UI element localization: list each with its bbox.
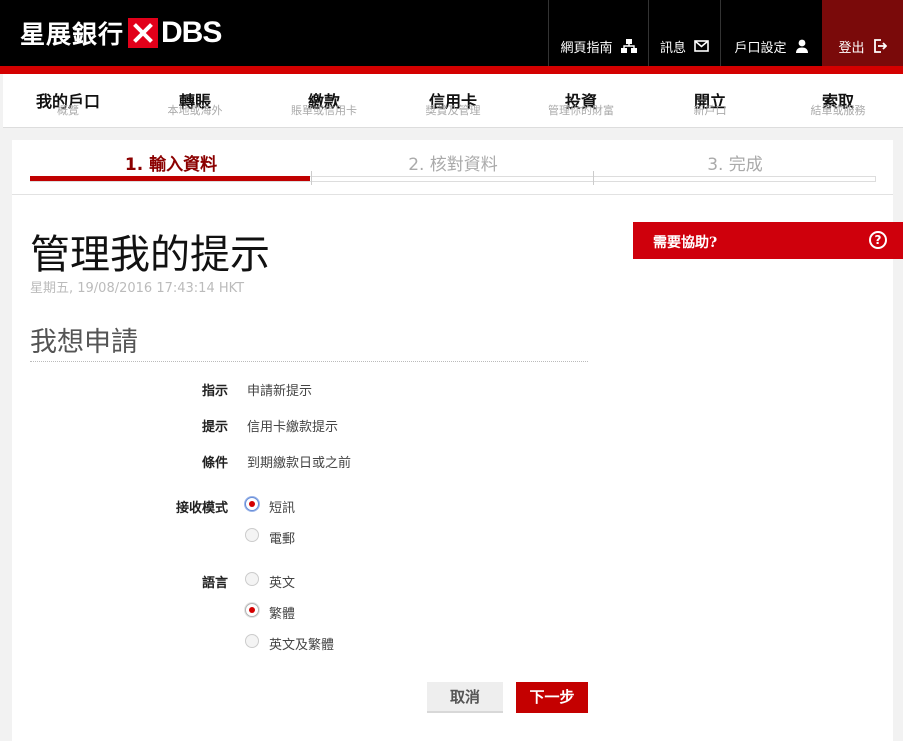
language-label: 語言 <box>201 576 228 591</box>
sitemap-label: 網頁指南 <box>560 40 613 56</box>
sitemap-link[interactable]: 網頁指南 <box>548 0 648 66</box>
step-complete: 3. 完成 <box>707 155 763 175</box>
mail-icon <box>694 40 709 52</box>
english-and-chinese-radio[interactable] <box>245 634 259 648</box>
nav-credit-card-sub: 獎賞及管理 <box>425 104 481 117</box>
messages-label: 訊息 <box>659 40 686 56</box>
dbs-x-mark-icon <box>128 18 159 48</box>
alert-value: 信用卡繳款提示 <box>247 420 339 435</box>
sms-radio[interactable] <box>245 497 259 511</box>
nav-invest-sub: 管理你的財富 <box>548 104 614 117</box>
step-confirm-details: 2. 核對資料 <box>408 155 498 175</box>
help-label: 需要協助? <box>653 235 718 251</box>
email-radio[interactable] <box>245 528 259 542</box>
section-title: 我想申請 <box>30 327 138 358</box>
receive-mode-label: 接收模式 <box>175 501 228 516</box>
section-divider <box>30 361 588 362</box>
nav-open-sub: 新戶口 <box>693 104 727 117</box>
nav-open[interactable]: 開立 新戶口 <box>645 74 775 128</box>
content-card: 1. 輸入資料 2. 核對資料 3. 完成 管理我的提示 星期五, 19/08/… <box>12 140 903 741</box>
english-radio[interactable] <box>245 572 259 586</box>
nav-transfer[interactable]: 轉賬 本地或海外 <box>130 74 260 128</box>
header-red-bar <box>0 66 903 74</box>
logout-icon <box>873 39 887 53</box>
step-divider <box>593 171 594 185</box>
progress-fill <box>30 176 310 181</box>
nav-my-accounts-sub: 概覽 <box>57 104 79 117</box>
page-title: 管理我的提示 <box>30 232 270 278</box>
account-settings-label: 戶口設定 <box>734 40 787 56</box>
alert-label: 提示 <box>201 420 228 435</box>
nav-my-accounts[interactable]: 我的戶口 概覽 <box>3 74 133 128</box>
logo-chinese-name: 星展銀行 <box>20 20 125 49</box>
help-panel-toggle[interactable]: 需要協助? ? <box>633 222 903 259</box>
main-navigation: 我的戶口 概覽 轉賬 本地或海外 繳款 賬單或信用卡 信用卡 獎賞及管理 投資 … <box>3 74 903 128</box>
page-timestamp: 星期五, 19/08/2016 17:43:14 HKT <box>30 281 245 296</box>
steps-separator <box>12 194 893 195</box>
logout-button[interactable]: 登出 <box>822 0 903 66</box>
traditional-chinese-radio-label[interactable]: 繁體 <box>269 603 295 622</box>
question-circle-icon: ? <box>869 231 887 249</box>
nav-transfer-sub: 本地或海外 <box>167 104 223 117</box>
nav-request-sub: 結單或服務 <box>810 104 866 117</box>
nav-pay-sub: 賬單或信用卡 <box>291 104 357 117</box>
english-radio-label[interactable]: 英文 <box>269 572 295 591</box>
nav-request[interactable]: 索取 結單或服務 <box>773 74 903 128</box>
account-settings-link[interactable]: 戶口設定 <box>720 0 822 66</box>
sms-radio-label[interactable]: 短訊 <box>269 497 295 516</box>
instruction-value: 申請新提示 <box>247 384 313 399</box>
email-radio-label[interactable]: 電郵 <box>269 528 295 547</box>
user-icon <box>795 39 809 53</box>
nav-pay[interactable]: 繳款 賬單或信用卡 <box>259 74 389 128</box>
progress-steps: 1. 輸入資料 2. 核對資料 3. 完成 <box>30 140 876 185</box>
traditional-chinese-radio[interactable] <box>245 603 259 617</box>
top-header: 星展銀行 DBS 網頁指南 訊息 戶口設定 登出 <box>0 0 903 66</box>
step-enter-details: 1. 輸入資料 <box>124 155 218 175</box>
instruction-label: 指示 <box>201 384 228 399</box>
nav-credit-card[interactable]: 信用卡 獎賞及管理 <box>388 74 518 128</box>
condition-value: 到期繳款日或之前 <box>247 456 352 471</box>
messages-link[interactable]: 訊息 <box>648 0 720 66</box>
logout-label: 登出 <box>838 40 865 56</box>
nav-invest[interactable]: 投資 管理你的財富 <box>516 74 646 128</box>
sitemap-icon <box>620 39 637 53</box>
step-divider <box>311 171 312 185</box>
condition-label: 條件 <box>201 456 228 471</box>
cancel-button[interactable]: 取消 <box>427 682 503 713</box>
logo-english-name: DBS <box>161 16 222 49</box>
dbs-logo[interactable]: 星展銀行 DBS <box>20 16 222 50</box>
next-button[interactable]: 下一步 <box>516 682 588 713</box>
english-and-chinese-radio-label[interactable]: 英文及繁體 <box>269 634 334 653</box>
